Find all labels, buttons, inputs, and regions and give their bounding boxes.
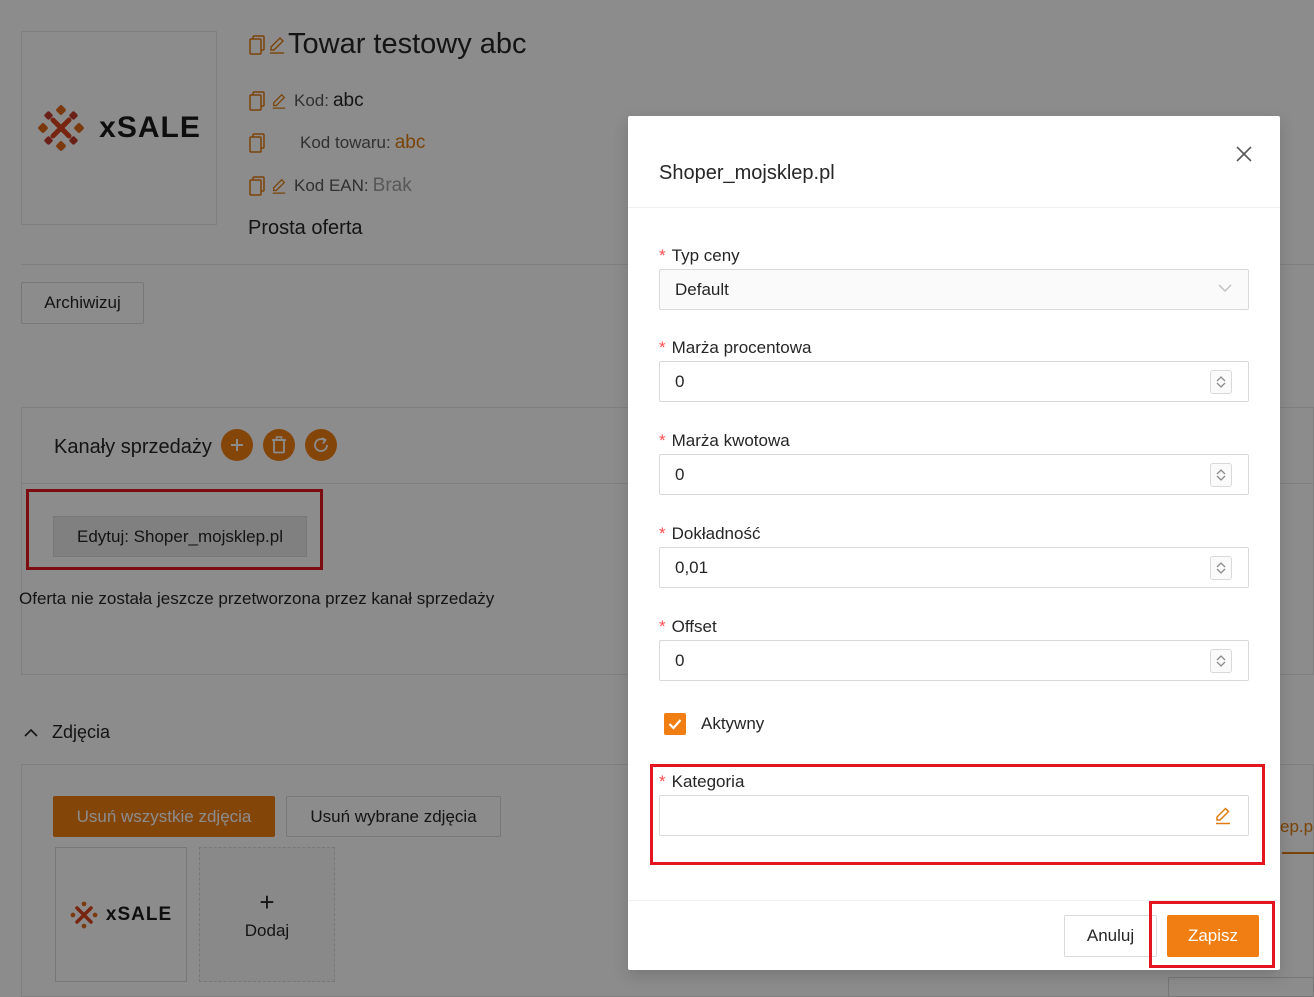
price-type-select[interactable]: Default bbox=[659, 269, 1249, 310]
modal-footer: Anuluj Zapisz bbox=[628, 900, 1280, 970]
close-icon[interactable] bbox=[1234, 144, 1254, 164]
number-stepper[interactable] bbox=[1210, 649, 1232, 673]
margin-percent-item: * Marża procentowa bbox=[659, 338, 1249, 402]
precision-input[interactable] bbox=[675, 557, 1195, 578]
margin-amount-label: Marża kwotowa bbox=[671, 431, 790, 450]
chevron-down-icon[interactable] bbox=[1216, 661, 1226, 668]
modal-title: Shoper_mojsklep.pl bbox=[659, 162, 835, 184]
margin-amount-input[interactable] bbox=[675, 464, 1195, 485]
category-label-row: * Kategoria bbox=[659, 772, 1249, 792]
required-mark: * bbox=[659, 338, 666, 357]
margin-amount-label-row: * Marża kwotowa bbox=[659, 431, 1249, 451]
active-label: Aktywny bbox=[701, 714, 765, 733]
required-mark: * bbox=[659, 617, 666, 636]
price-type-label-row: * Typ ceny bbox=[659, 246, 1249, 266]
modal-header: Shoper_mojsklep.pl bbox=[628, 116, 1280, 208]
chevron-down-icon bbox=[1218, 284, 1232, 292]
price-type-item: * Typ ceny Default bbox=[659, 246, 1249, 310]
precision-item: * Dokładność bbox=[659, 524, 1249, 588]
offset-label-row: * Offset bbox=[659, 617, 1249, 637]
margin-percent-label-row: * Marża procentowa bbox=[659, 338, 1249, 358]
offset-field[interactable] bbox=[659, 640, 1249, 681]
margin-percent-input[interactable] bbox=[675, 371, 1195, 392]
number-stepper[interactable] bbox=[1210, 556, 1232, 580]
required-mark: * bbox=[659, 246, 666, 265]
chevron-down-icon[interactable] bbox=[1216, 382, 1226, 389]
offset-label: Offset bbox=[671, 617, 717, 636]
margin-percent-field[interactable] bbox=[659, 361, 1249, 402]
margin-amount-field[interactable] bbox=[659, 454, 1249, 495]
price-type-label: Typ ceny bbox=[671, 246, 740, 265]
precision-label-row: * Dokładność bbox=[659, 524, 1249, 544]
save-button[interactable]: Zapisz bbox=[1167, 915, 1259, 957]
price-type-value: Default bbox=[675, 279, 729, 299]
precision-field[interactable] bbox=[659, 547, 1249, 588]
margin-percent-label: Marża procentowa bbox=[671, 338, 812, 357]
required-mark: * bbox=[659, 431, 666, 450]
channel-settings-modal: Shoper_mojsklep.pl * Typ ceny Default * … bbox=[628, 116, 1280, 970]
chevron-up-icon[interactable] bbox=[1216, 561, 1226, 568]
chevron-up-icon[interactable] bbox=[1216, 375, 1226, 382]
chevron-up-icon[interactable] bbox=[1216, 468, 1226, 475]
required-mark: * bbox=[659, 524, 666, 543]
chevron-up-icon[interactable] bbox=[1216, 654, 1226, 661]
margin-amount-item: * Marża kwotowa bbox=[659, 431, 1249, 495]
category-label: Kategoria bbox=[671, 772, 745, 791]
chevron-down-icon[interactable] bbox=[1216, 475, 1226, 482]
offset-input[interactable] bbox=[675, 650, 1195, 671]
required-mark: * bbox=[659, 772, 666, 791]
number-stepper[interactable] bbox=[1210, 370, 1232, 394]
check-icon bbox=[668, 719, 682, 730]
category-field[interactable] bbox=[659, 795, 1249, 836]
category-item: * Kategoria bbox=[659, 772, 1249, 836]
edit-icon[interactable] bbox=[1214, 807, 1232, 825]
active-checkbox[interactable] bbox=[664, 713, 686, 735]
cancel-button[interactable]: Anuluj bbox=[1064, 915, 1157, 957]
active-checkbox-row[interactable]: Aktywny bbox=[664, 713, 764, 735]
number-stepper[interactable] bbox=[1210, 463, 1232, 487]
precision-label: Dokładność bbox=[671, 524, 761, 543]
offset-item: * Offset bbox=[659, 617, 1249, 681]
chevron-down-icon[interactable] bbox=[1216, 568, 1226, 575]
